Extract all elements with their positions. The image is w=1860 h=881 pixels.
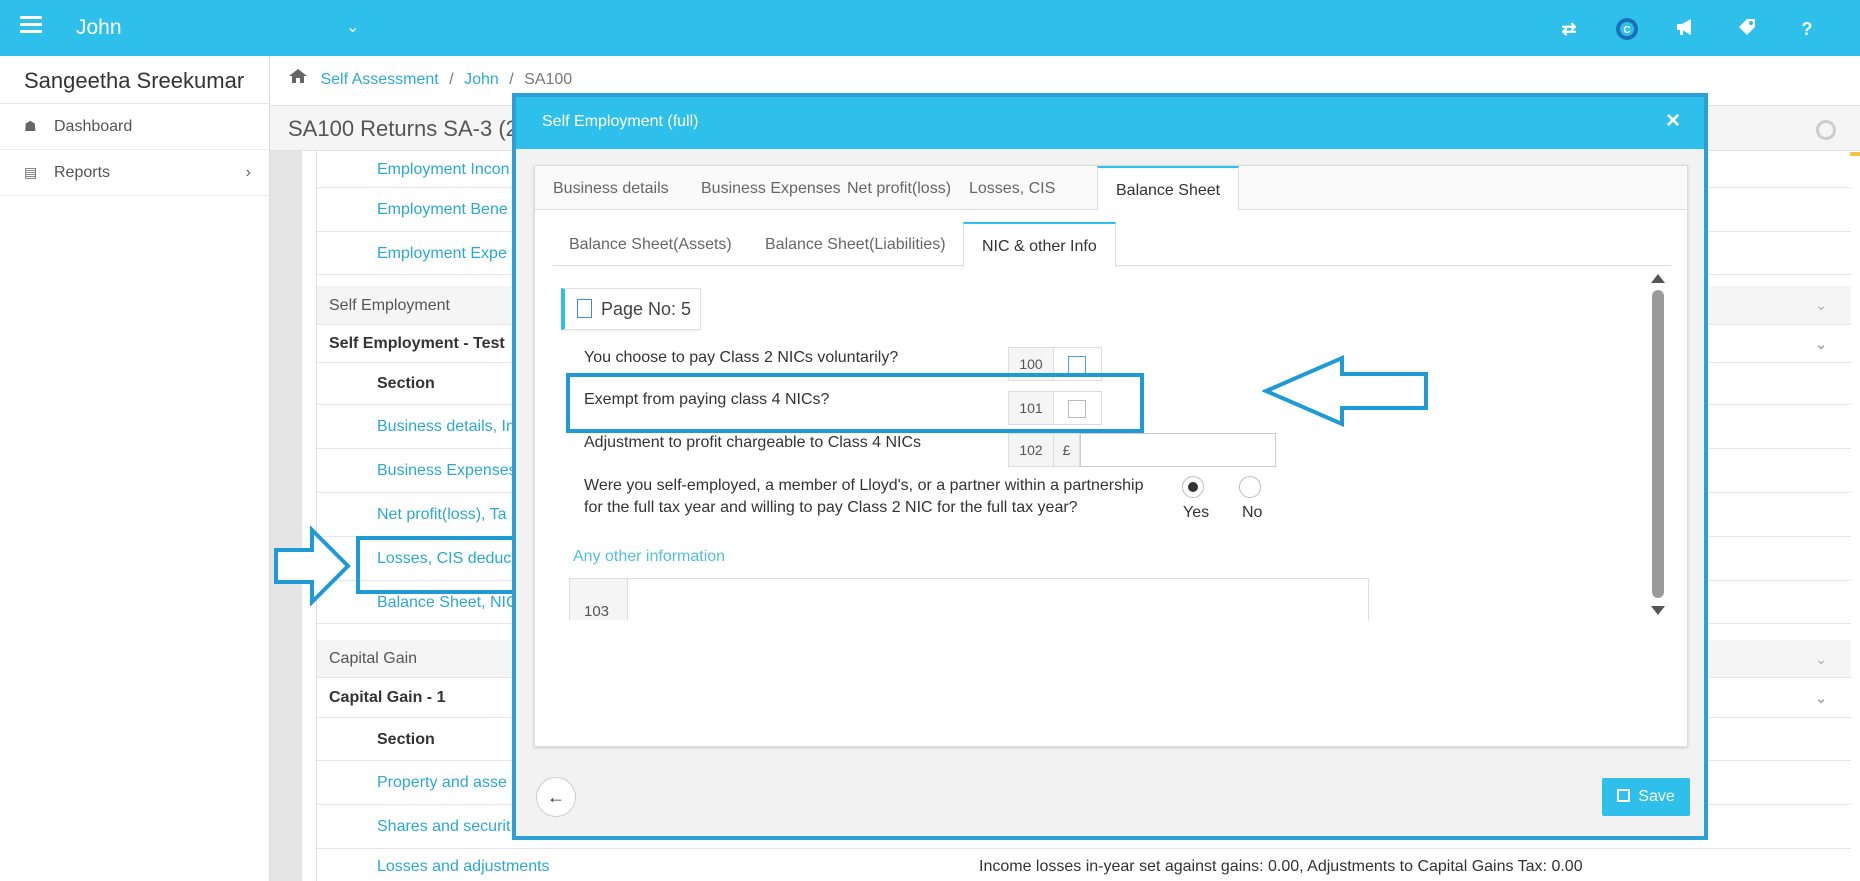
file-icon [577, 299, 592, 318]
menu-icon[interactable] [20, 16, 42, 34]
user-name: Sangeetha Sreekumar [0, 56, 269, 104]
breadcrumb-separator: / [449, 71, 454, 88]
close-icon[interactable]: × [1666, 107, 1680, 135]
transfer-icon[interactable]: ⇄ [1556, 16, 1582, 42]
chevron-down-icon[interactable]: ⌄ [1815, 640, 1827, 678]
home-icon[interactable] [288, 69, 312, 88]
radio-no[interactable] [1239, 476, 1261, 498]
breadcrumb: Self Assessment / John / SA100 [288, 68, 572, 89]
other-info-textarea[interactable]: 103 [569, 578, 1369, 620]
c-logo-icon[interactable]: C [1614, 16, 1640, 42]
box-number: 102 [1008, 433, 1054, 467]
modal-title: Self Employment (full) [542, 113, 699, 130]
tab-balance-sheet[interactable]: Balance Sheet [1097, 166, 1240, 211]
breadcrumb-separator: / [509, 71, 514, 88]
radio-selected-dot [1188, 482, 1198, 492]
scroll-down-icon[interactable] [1651, 606, 1665, 615]
box-number: 103 [570, 579, 628, 620]
modal-header: Self Employment (full) × [516, 97, 1704, 149]
tab-business-details[interactable]: Business details [553, 180, 669, 198]
item-title: Capital Gain - 1 [329, 689, 446, 706]
client-selector[interactable]: John [76, 16, 122, 40]
sidebar: Sangeetha Sreekumar ☗ Dashboard ▤ Report… [0, 56, 270, 881]
item-title: Self Employment - Test [329, 335, 505, 352]
question-label: You choose to pay Class 2 NICs voluntari… [584, 349, 899, 366]
list-item-label: Losses and adjustments [377, 858, 550, 875]
floppy-disk-icon [1617, 789, 1631, 802]
question-label: Adjustment to profit chargeable to Class… [584, 434, 922, 451]
save-label: Save [1638, 788, 1675, 805]
scrollbar-thumb[interactable] [1652, 290, 1664, 598]
main-tabs: Business details Business Expenses Net p… [535, 166, 1687, 211]
chevron-down-icon[interactable]: ⌄ [1815, 325, 1827, 363]
sidebar-item-reports[interactable]: ▤ Reports › [0, 150, 269, 196]
list-item[interactable]: Losses and adjustments Income losses in-… [317, 849, 1851, 881]
currency-symbol: £ [1054, 433, 1080, 467]
chevron-down-icon[interactable]: ⌄ [1815, 678, 1827, 718]
breadcrumb-self-assessment[interactable]: Self Assessment [320, 71, 438, 88]
radio-label-yes: Yes [1183, 504, 1210, 521]
page-number-badge: Page No: 5 [561, 288, 701, 330]
subtab-assets[interactable]: Balance Sheet(Assets) [569, 236, 732, 254]
annotation-highlight-box [356, 536, 516, 594]
annotation-highlight-box [566, 373, 1144, 433]
subtab-nic-other-info[interactable]: NIC & other Info [963, 222, 1116, 267]
sidebar-item-label: Reports [54, 163, 111, 181]
help-icon[interactable]: ? [1794, 16, 1820, 42]
radio-label-no: No [1242, 504, 1263, 521]
radio-yes[interactable] [1182, 476, 1204, 498]
tab-losses-cis[interactable]: Losses, CIS [969, 180, 1055, 198]
document-icon: ▤ [24, 164, 38, 180]
modal-body: Business details Business Expenses Net p… [534, 165, 1688, 747]
page-number-label: Page No: 5 [601, 299, 692, 319]
page-title: SA100 Returns SA-3 (20 [288, 116, 531, 141]
chevron-right-icon: › [245, 164, 251, 181]
scroll-up-icon[interactable] [1651, 274, 1665, 283]
class4-adjustment-input[interactable] [1080, 433, 1276, 467]
subtab-liabilities[interactable]: Balance Sheet(Liabilities) [765, 236, 946, 254]
megaphone-icon[interactable] [1673, 16, 1699, 42]
sidebar-item-dashboard[interactable]: ☗ Dashboard [0, 104, 269, 150]
tag-icon[interactable] [1734, 16, 1760, 42]
chevron-down-icon[interactable]: ⌄ [1815, 286, 1827, 325]
tab-net-profit[interactable]: Net profit(loss) [847, 180, 951, 198]
chevron-down-icon[interactable]: ⌄ [346, 17, 359, 37]
sub-tabs: Balance Sheet(Assets) Balance Sheet(Liab… [553, 222, 1671, 267]
question-line: for the full tax year and willing to pay… [584, 499, 1078, 516]
annotation-arrow-right-icon [274, 526, 351, 606]
other-info-label: Any other information [573, 548, 726, 565]
checkbox-square[interactable] [1068, 356, 1086, 374]
refresh-icon[interactable] [1816, 120, 1836, 140]
svg-text:C: C [1623, 25, 1630, 36]
breadcrumb-client[interactable]: John [464, 71, 499, 88]
group-title: Self Employment [329, 297, 450, 314]
self-employment-modal: Self Employment (full) × Business detail… [512, 93, 1708, 840]
top-bar: John ⌄ ⇄ C ? [0, 0, 1860, 56]
content-gutter [270, 151, 302, 881]
list-item-summary: Income losses in-year set against gains:… [979, 858, 1583, 875]
question-line: Were you self-employed, a member of Lloy… [584, 477, 1144, 494]
save-button[interactable]: Save [1602, 778, 1690, 816]
breadcrumb-current: SA100 [524, 71, 573, 88]
sidebar-item-label: Dashboard [54, 117, 133, 135]
back-button[interactable]: ← [536, 777, 576, 817]
question-label: Were you self-employed, a member of Lloy… [584, 475, 1143, 519]
group-title: Capital Gain [329, 650, 418, 667]
dashboard-icon: ☗ [24, 118, 37, 134]
tab-business-expenses[interactable]: Business Expenses [701, 180, 841, 198]
annotation-arrow-left-icon [1262, 354, 1428, 428]
